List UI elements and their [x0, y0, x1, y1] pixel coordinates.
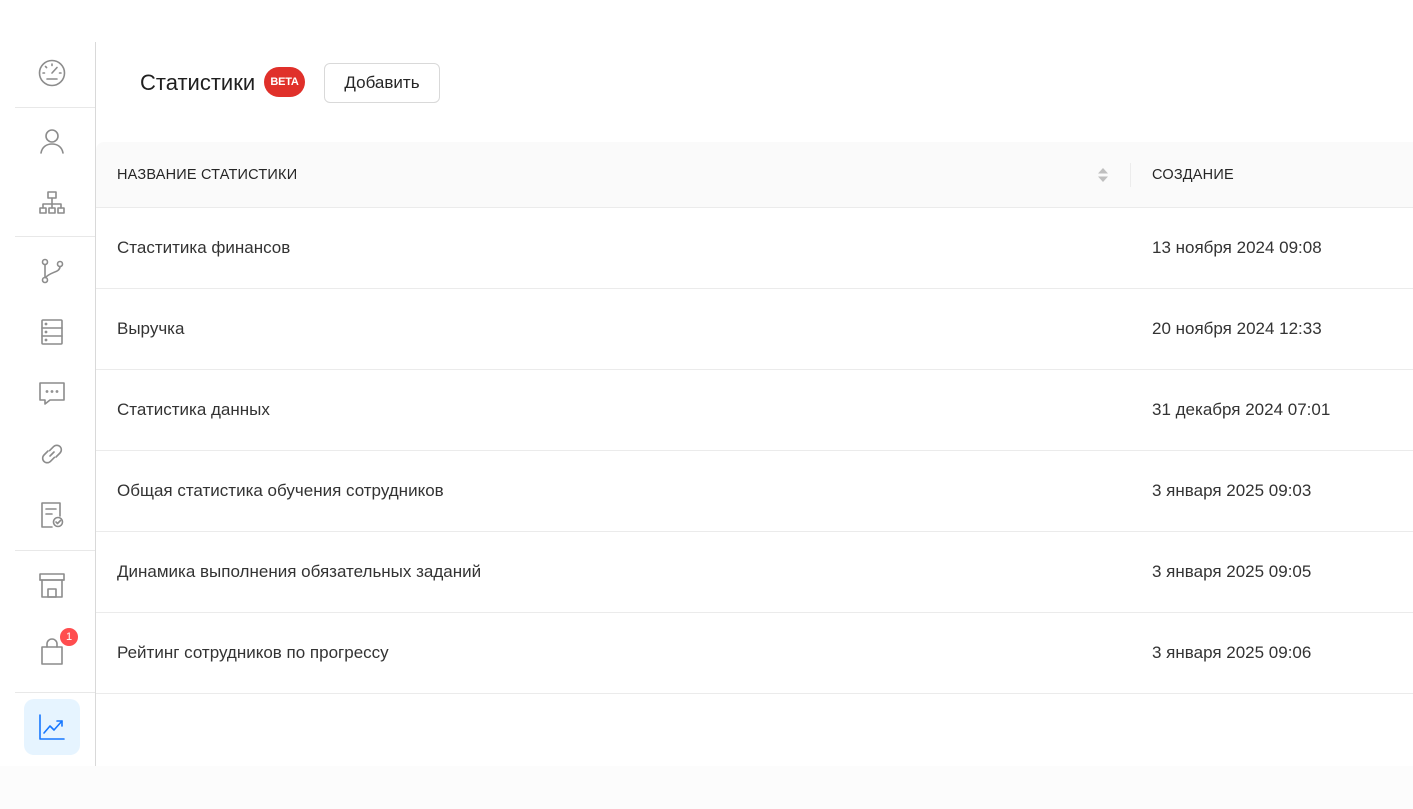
chart-line-icon — [39, 714, 65, 740]
sidebar-item-structure[interactable] — [24, 175, 80, 231]
user-icon — [40, 129, 64, 154]
document-check-icon — [41, 502, 64, 528]
row-name: Динамика выполнения обязательных заданий — [117, 562, 482, 581]
sidebar-item-database[interactable] — [24, 304, 80, 360]
sidebar-divider — [15, 550, 95, 551]
table-row[interactable]: Стаститика финансов 13 ноября 2024 09:08 — [96, 208, 1413, 289]
notification-badge: 1 — [60, 628, 78, 646]
row-created-date: 20 ноября 2024 12:33 — [1152, 319, 1322, 338]
column-divider — [1130, 163, 1131, 187]
sidebar-item-statistics[interactable] — [24, 699, 80, 755]
add-button[interactable]: Добавить — [324, 63, 440, 103]
row-name: Статистика данных — [117, 400, 270, 419]
sidebar-item-tasks[interactable] — [24, 487, 80, 543]
page-title: Статистики — [140, 70, 256, 95]
beta-badge: BETA — [264, 67, 305, 97]
org-chart-icon — [39, 191, 65, 214]
sidebar-item-dashboard[interactable] — [24, 45, 80, 101]
row-created-date: 31 декабря 2024 07:01 — [1152, 400, 1331, 419]
table-row[interactable]: Динамика выполнения обязательных заданий… — [96, 532, 1413, 613]
row-created-date: 13 ноября 2024 09:08 — [1152, 238, 1322, 257]
bottom-strip — [0, 766, 1413, 809]
sidebar-divider — [15, 107, 95, 108]
sidebar-item-messages[interactable] — [24, 365, 80, 421]
column-header-name[interactable]: НАЗВАНИЕ СТАТИСТИКИ — [117, 142, 297, 208]
row-created-date: 3 января 2025 09:03 — [1152, 481, 1312, 500]
column-header-created[interactable]: СОЗДАНИЕ — [1152, 142, 1234, 208]
sidebar-item-links[interactable] — [24, 426, 80, 482]
row-name: Выручка — [117, 319, 185, 338]
top-strip — [0, 0, 1413, 42]
table-row[interactable]: Рейтинг сотрудников по прогрессу 3 январ… — [96, 613, 1413, 694]
table-row[interactable]: Общая статистика обучения сотрудников 3 … — [96, 451, 1413, 532]
table-header: НАЗВАНИЕ СТАТИСТИКИ СОЗДАНИЕ — [96, 142, 1413, 208]
sidebar-item-branches[interactable] — [24, 243, 80, 299]
row-created-date: 3 января 2025 09:05 — [1152, 562, 1312, 581]
branch-icon — [41, 258, 64, 284]
row-name: Стаститика финансов — [117, 238, 291, 257]
sidebar-divider — [15, 236, 95, 237]
row-name: Рейтинг сотрудников по прогрессу — [117, 643, 389, 662]
sidebar-divider — [15, 692, 95, 693]
server-icon — [41, 319, 63, 345]
row-name: Общая статистика обучения сотрудников — [117, 481, 444, 500]
row-created-date: 3 января 2025 09:06 — [1152, 643, 1312, 662]
table-row[interactable]: Выручка 20 ноября 2024 12:33 — [96, 289, 1413, 370]
sort-icon[interactable] — [1097, 166, 1109, 184]
app-window: 1 Статистики BETA Добавить НАЗВАНИЕ СТАТ… — [0, 0, 1413, 809]
speedometer-icon — [38, 59, 66, 87]
sidebar-item-users[interactable] — [24, 113, 80, 169]
store-icon — [39, 573, 65, 598]
statistics-table: НАЗВАНИЕ СТАТИСТИКИ СОЗДАНИЕ Стаститика … — [96, 142, 1413, 694]
table-row[interactable]: Статистика данных 31 декабря 2024 07:01 — [96, 370, 1413, 451]
sidebar-item-store[interactable] — [24, 557, 80, 613]
link-icon — [41, 444, 63, 464]
chat-icon — [39, 382, 65, 405]
